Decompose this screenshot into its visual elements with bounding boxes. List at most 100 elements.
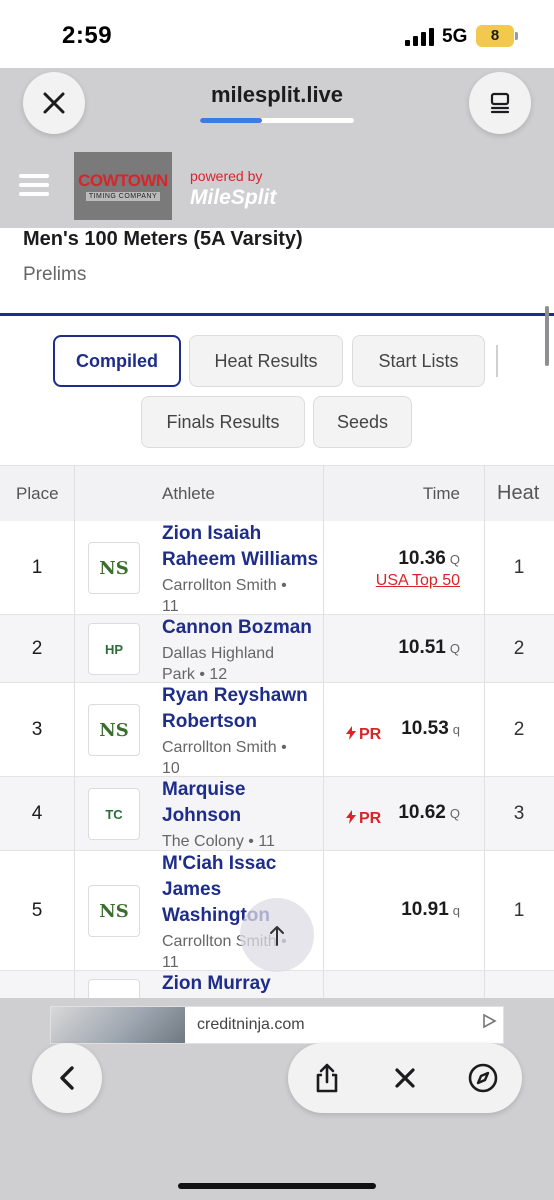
school-logo[interactable]: NS xyxy=(88,542,140,594)
table-row[interactable]: 4 TC Marquise Johnson The Colony • 11 10.62 Q P… xyxy=(0,777,554,851)
usa-top-50-link[interactable]: USA Top 50 xyxy=(376,572,460,590)
pr-label: PR xyxy=(359,726,382,743)
progress-fill xyxy=(200,118,262,123)
tab-seeds[interactable]: Seeds xyxy=(313,396,412,448)
qualifier-mark: Q xyxy=(449,552,460,567)
heat-cell: 1 xyxy=(513,557,525,578)
athlete-name[interactable]: Ryan Reyshawn xyxy=(162,683,322,709)
tab-heat-results[interactable]: Heat Results xyxy=(189,335,343,387)
browser-top-bar: milesplit.live xyxy=(0,68,554,150)
school-logo[interactable]: TC xyxy=(88,788,140,840)
pr-badge: PR xyxy=(346,810,381,828)
school-logo[interactable]: NS xyxy=(88,885,140,937)
table-row[interactable]: 2 HP Cannon Bozman Dallas Highland Park • 12… xyxy=(0,615,554,683)
table-row[interactable]: 1 NS Zion Isaiah Raheem Williams Carrollton … xyxy=(0,521,554,615)
column-divider xyxy=(323,465,324,998)
compass-button[interactable] xyxy=(448,1043,518,1113)
share-button[interactable] xyxy=(292,1043,362,1113)
ad-banner[interactable]: creditninja.com xyxy=(50,1006,504,1044)
tab-start-lists[interactable]: Start Lists xyxy=(352,335,485,387)
column-divider xyxy=(74,465,75,998)
heat-cell: 1 xyxy=(513,900,525,921)
place-cell: 4 xyxy=(31,803,43,824)
athlete-school-line: Carrollton Smith • xyxy=(162,739,287,756)
time-cell: 10.36 Q xyxy=(398,548,460,570)
column-divider xyxy=(484,465,485,998)
time-value: 10.62 xyxy=(398,802,446,823)
browser-bottom-bar: creditninja.com xyxy=(0,998,554,1200)
tab-finals-results[interactable]: Finals Results xyxy=(141,396,305,448)
powered-by-label: powered by xyxy=(190,168,263,184)
page-title: Men's 100 Meters (5A Varsity) xyxy=(23,228,303,250)
time-cell: 10.91 q xyxy=(401,899,460,921)
athlete-school-line: Carrollton Smith • xyxy=(162,577,287,594)
cowtown-logo[interactable]: COWTOWN TIMING COMPANY xyxy=(74,152,172,220)
school-logo[interactable]: ★ xyxy=(88,979,140,998)
athlete-school-line: The Colony • 11 xyxy=(162,833,275,850)
lightning-icon xyxy=(346,726,356,740)
time-cell: 10.53 q xyxy=(401,718,460,740)
athlete-name[interactable]: Marquise xyxy=(162,777,322,803)
header-heat[interactable]: Heat xyxy=(497,482,539,505)
status-bar: 2:59 5G 8 xyxy=(0,0,554,68)
athlete-school-line: Park • 12 xyxy=(162,666,228,683)
table-row[interactable]: 6★Zion Murray xyxy=(0,971,554,998)
logo-main-text: COWTOWN xyxy=(78,170,168,190)
heat-cell: 2 xyxy=(513,719,525,740)
time-value: 10.36 xyxy=(398,548,446,569)
athlete-cell: Ryan Reyshawn Robertson Carrollton Smith •… xyxy=(162,683,322,779)
table-header: Place Athlete Time Heat xyxy=(0,465,554,521)
tab-compiled[interactable]: Compiled xyxy=(53,335,181,387)
close-tab-button[interactable] xyxy=(370,1043,440,1113)
ad-choices-icon[interactable] xyxy=(481,1013,497,1034)
athlete-cell: Zion Isaiah Raheem Williams Carrollton Smi… xyxy=(162,521,322,617)
header-time[interactable]: Time xyxy=(423,484,460,504)
signal-icon xyxy=(405,28,437,46)
browser-actions xyxy=(288,1043,522,1113)
place-cell: 2 xyxy=(31,638,43,659)
athlete-name[interactable]: Zion Murray xyxy=(162,971,322,997)
header-divider xyxy=(0,313,554,316)
menu-icon[interactable] xyxy=(19,174,49,196)
battery-icon: 8 xyxy=(476,25,518,47)
table-row[interactable]: 3 NS Ryan Reyshawn Robertson Carrollton Smit… xyxy=(0,683,554,777)
share-icon xyxy=(316,1063,338,1093)
athlete-name[interactable]: Raheem Williams xyxy=(162,547,322,573)
athlete-name[interactable]: Zion Isaiah xyxy=(162,521,322,547)
reader-button[interactable] xyxy=(469,72,531,134)
home-indicator xyxy=(178,1183,376,1189)
compass-icon xyxy=(468,1063,498,1093)
milesplit-logo[interactable]: MileSplit xyxy=(190,186,276,210)
network-label: 5G xyxy=(442,26,468,47)
athlete-name[interactable]: James xyxy=(162,877,322,903)
school-logo[interactable]: HP xyxy=(88,623,140,675)
place-cell: 1 xyxy=(31,557,43,578)
athlete-name[interactable]: Robertson xyxy=(162,709,322,735)
athlete-school-line: 11 xyxy=(162,598,179,615)
qualifier-mark: Q xyxy=(449,806,460,821)
qualifier-mark: q xyxy=(452,722,460,737)
athlete-school: Carrollton Smith • 11 xyxy=(162,575,322,617)
athlete-name[interactable]: Johnson xyxy=(162,803,322,829)
scroll-to-top-button[interactable] xyxy=(240,898,314,972)
round-label: Prelims xyxy=(23,264,87,285)
place-cell: 3 xyxy=(31,719,43,740)
arrow-up-icon xyxy=(270,926,284,946)
back-button[interactable] xyxy=(32,1043,102,1113)
status-time: 2:59 xyxy=(62,22,113,49)
lightning-icon xyxy=(346,810,356,824)
header-place[interactable]: Place xyxy=(16,484,59,504)
athlete-name[interactable]: M'Ciah Issac xyxy=(162,851,322,877)
athlete-cell: Cannon Bozman Dallas Highland Park • 12 xyxy=(162,615,322,685)
athlete-name[interactable]: Cannon Bozman xyxy=(162,615,322,641)
battery-level: 8 xyxy=(490,27,500,44)
school-logo[interactable]: NS xyxy=(88,704,140,756)
scrollbar[interactable] xyxy=(545,306,549,366)
athlete-school-line: 10 xyxy=(162,760,180,777)
time-value: 10.51 xyxy=(398,637,446,658)
close-tab-icon xyxy=(395,1068,415,1088)
athlete-school: The Colony • 11 xyxy=(162,831,322,852)
time-cell: 10.62 Q xyxy=(398,802,460,824)
header-athlete[interactable]: Athlete xyxy=(162,484,215,504)
athlete-school: Carrollton Smith • 10 xyxy=(162,737,322,779)
